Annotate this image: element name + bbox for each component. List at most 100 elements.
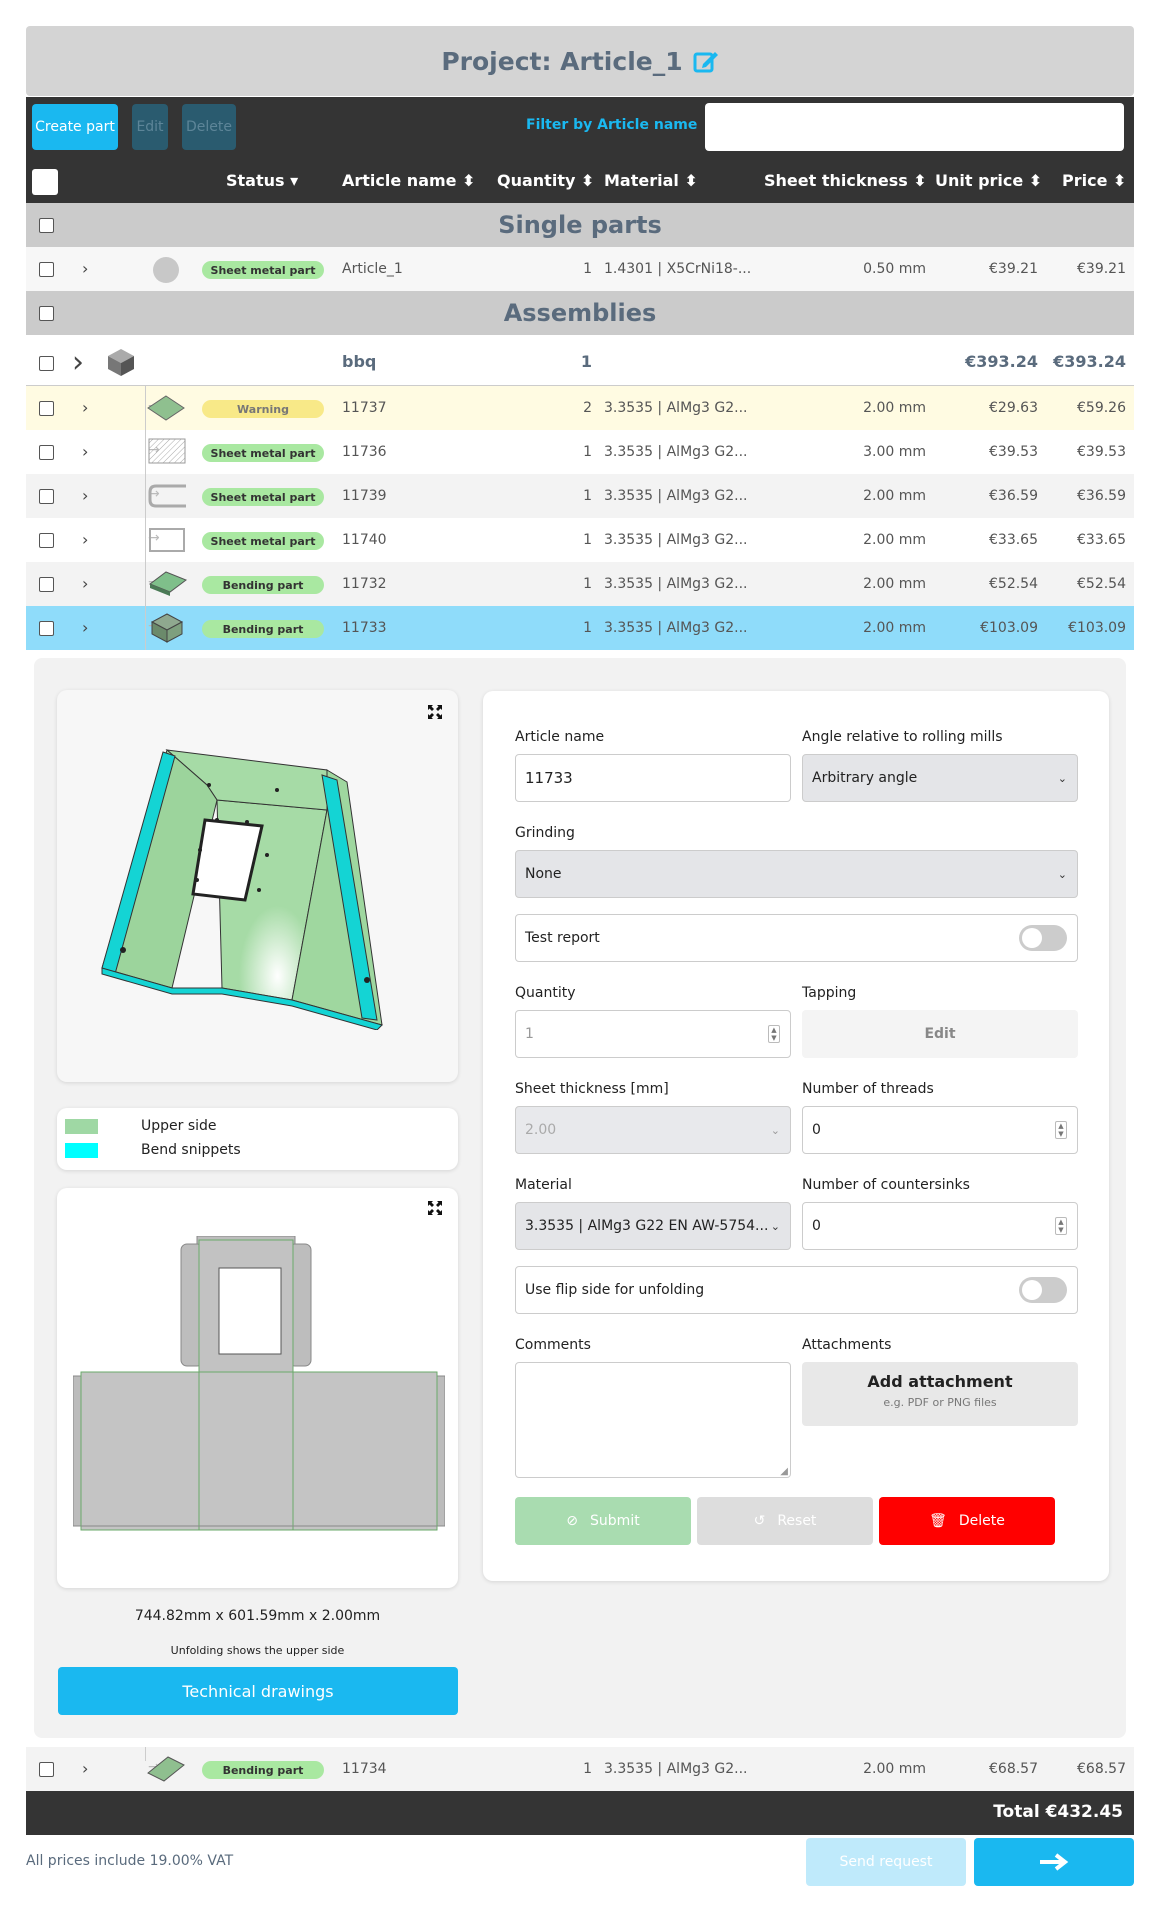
expand-chevron-icon[interactable]: › [82,259,88,278]
unit-price: €52.54 [989,576,1038,592]
article-name: 11739 [342,488,387,504]
countersinks-stepper[interactable]: ▲ ▼ [1055,1217,1067,1235]
comments-textarea[interactable]: ◢ [515,1362,791,1478]
sort-icon: ⬍ [462,171,476,190]
expand-chevron-icon[interactable]: › [82,442,88,461]
section-checkbox[interactable] [39,218,54,233]
expand-chevron-icon[interactable]: › [82,486,88,505]
status-badge: Sheet metal part [202,444,324,462]
col-material[interactable]: Material ⬍ [604,171,698,190]
delete-button[interactable]: Delete [182,104,236,150]
table-row[interactable]: → › Bending part 11734 1 3.3535 | AlMg3 … [26,1747,1134,1791]
tree-line [145,430,146,474]
add-attachment-button[interactable]: Add attachment e.g. PDF or PNG files [802,1362,1078,1426]
row-checkbox[interactable] [39,401,54,416]
tapping-edit-button[interactable]: Edit [802,1010,1078,1058]
expand-chevron-icon[interactable]: › [82,398,88,417]
col-thickness[interactable]: Sheet thickness ⬍ [764,171,927,190]
chevron-down-icon: ⌄ [1057,867,1067,881]
reset-button[interactable]: ↺ Reset [697,1497,873,1545]
table-row[interactable]: → › Sheet metal part 11739 1 3.3535 | Al… [26,474,1134,518]
threads-stepper[interactable]: ▲ ▼ [1055,1121,1067,1139]
technical-drawings-button[interactable]: Technical drawings [58,1667,458,1715]
upper-side-swatch [65,1119,98,1134]
countersinks-input[interactable]: 0 ▲ ▼ [802,1202,1078,1250]
next-button[interactable] [974,1838,1134,1886]
material-select[interactable]: 3.3535 | AlMg3 G22 EN AW-5754... ⌄ [515,1202,791,1250]
part-detail-panel: Upper side Bend snippets 744.82mm x 601.… [34,658,1126,1738]
section-checkbox[interactable] [39,306,54,321]
row-checkbox[interactable] [39,445,54,460]
thickness-select[interactable]: 2.00 ⌄ [515,1106,791,1154]
unit-price: €36.59 [989,488,1038,504]
submit-button[interactable]: ⊘ Submit [515,1497,691,1545]
expand-chevron-icon[interactable]: › [82,530,88,549]
price: €103.09 [1068,620,1126,636]
quantity-input[interactable]: 1 ▲ ▼ [515,1010,791,1058]
grinding-select[interactable]: None ⌄ [515,850,1078,898]
article-name: 11733 [342,620,387,636]
edit-title-icon[interactable] [693,48,719,74]
status-badge: Bending part [202,576,324,594]
table-row[interactable]: › Sheet metal part Article_1 1 1.4301 | … [26,247,1134,291]
tapping-label: Tapping [802,985,857,1001]
test-report-toggle[interactable] [1019,925,1067,951]
col-price[interactable]: Price ⬍ [1062,171,1126,190]
row-checkbox[interactable] [39,1762,54,1777]
col-article[interactable]: Article name ⬍ [342,171,476,190]
article-name: 11736 [342,444,387,460]
col-unit-price[interactable]: Unit price ⬍ [935,171,1042,190]
resize-handle-icon[interactable]: ◢ [780,1466,788,1477]
part-dimensions: 744.82mm x 601.59mm x 2.00mm [134,1608,381,1624]
expand-chevron-icon[interactable]: › [72,345,84,380]
angle-label: Angle relative to rolling mills [802,729,1003,745]
col-quantity[interactable]: Quantity ⬍ [497,171,594,190]
table-row[interactable]: → › Warning 11737 2 3.3535 | AlMg3 G2...… [26,386,1134,430]
expand-chevron-icon[interactable]: › [82,574,88,593]
chevron-down-icon: ⌄ [1057,771,1067,785]
flip-side-toggle[interactable] [1019,1277,1067,1303]
angle-select[interactable]: Arbitrary angle ⌄ [802,754,1078,802]
create-part-button[interactable]: Create part [32,104,118,150]
material: 3.3535 | AlMg3 G2... [604,400,748,416]
material: 3.3535 | AlMg3 G2... [604,488,748,504]
chevron-down-icon: ⌄ [770,1123,780,1137]
assembly-row[interactable]: › bbq 1 €393.24 €393.24 [26,339,1134,386]
fullscreen-icon[interactable] [427,704,443,720]
fullscreen-icon[interactable] [427,1200,443,1216]
unit-price: €103.09 [980,620,1038,636]
expand-chevron-icon[interactable]: › [82,618,88,637]
row-checkbox[interactable] [39,577,54,592]
send-request-button[interactable]: Send request [806,1838,966,1886]
row-checkbox[interactable] [39,262,54,277]
price: €68.57 [1077,1761,1126,1777]
table-row[interactable]: → › Bending part 11732 1 3.3535 | AlMg3 … [26,562,1134,606]
legend-bend-label: Bend snippets [141,1142,241,1158]
grinding-label: Grinding [515,825,575,841]
row-checkbox[interactable] [39,356,54,371]
edit-button[interactable]: Edit [132,104,168,150]
trash-icon: 🗑 [929,1513,947,1529]
quantity: 2 [583,400,592,416]
unfolding-viewer[interactable] [57,1188,458,1588]
model-viewer[interactable] [57,690,458,1082]
sort-icon: ⬍ [1028,171,1043,190]
table-row-selected[interactable]: → › Bending part 11733 1 3.3535 | AlMg3 … [26,606,1134,650]
delete-part-button[interactable]: 🗑 Delete [879,1497,1055,1545]
col-status[interactable]: Status ▾ [226,171,298,190]
article-name-input[interactable]: 11733 [515,754,791,802]
expand-chevron-icon[interactable]: › [82,1759,88,1778]
filter-input[interactable] [705,103,1124,151]
select-all-checkbox[interactable] [32,169,58,195]
material: 3.3535 | AlMg3 G2... [604,576,748,592]
quantity-stepper[interactable]: ▲ ▼ [768,1025,780,1043]
row-checkbox[interactable] [39,533,54,548]
row-checkbox[interactable] [39,621,54,636]
material: 3.3535 | AlMg3 G2... [604,444,748,460]
threads-input[interactable]: 0 ▲ ▼ [802,1106,1078,1154]
test-report-label: Test report [525,930,600,946]
chevron-down-icon: ⌄ [767,1219,780,1233]
row-checkbox[interactable] [39,489,54,504]
table-row[interactable]: → › Sheet metal part 11736 1 3.3535 | Al… [26,430,1134,474]
table-row[interactable]: → › Sheet metal part 11740 1 3.3535 | Al… [26,518,1134,562]
